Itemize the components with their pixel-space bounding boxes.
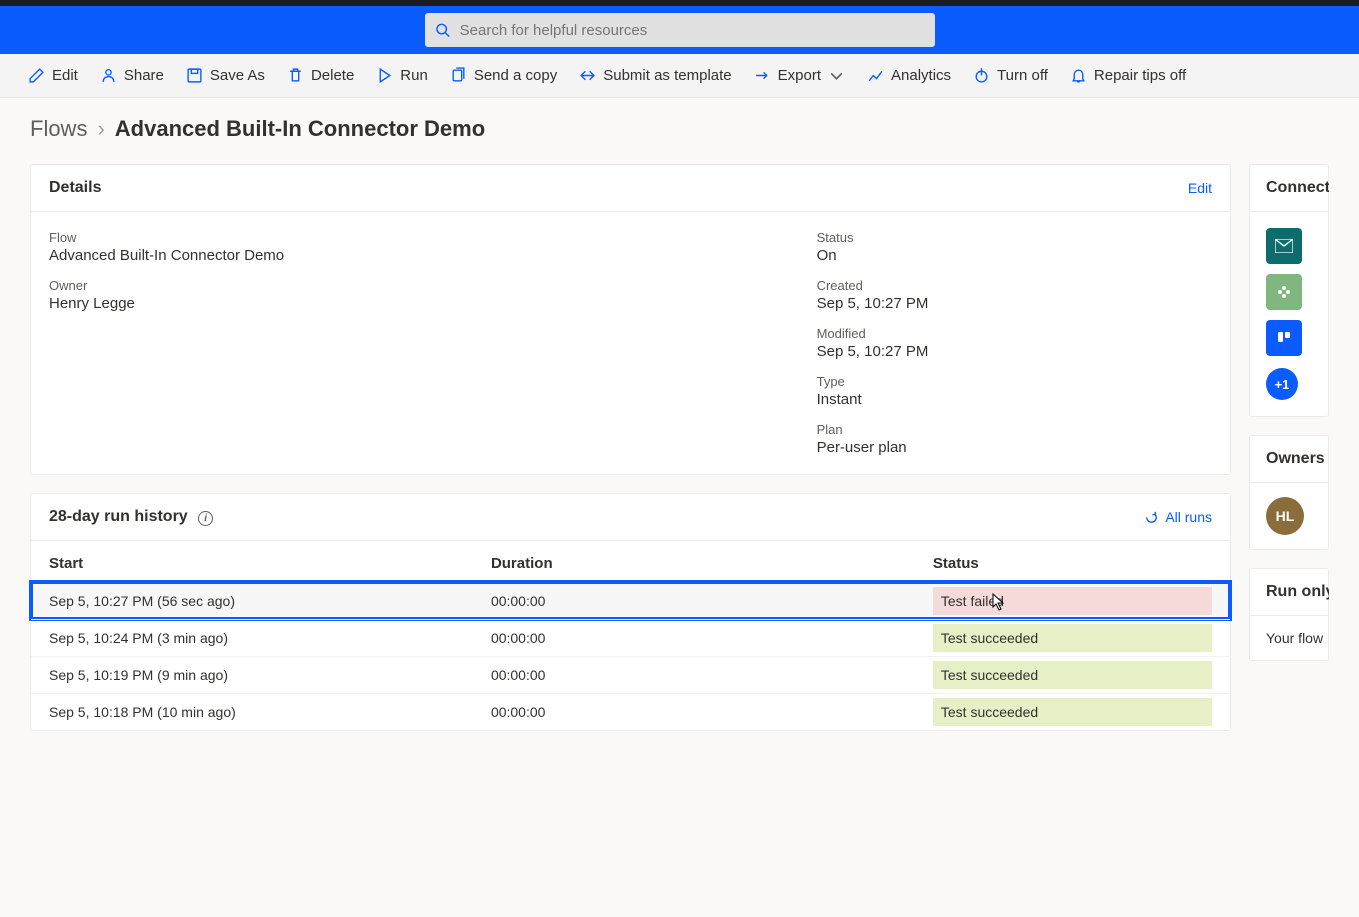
col-start: Start <box>49 555 491 572</box>
label-status: Status <box>817 230 1212 245</box>
value-plan: Per-user plan <box>817 439 1212 456</box>
pencil-icon <box>28 67 45 84</box>
connections-card: Connections +1 <box>1249 164 1329 417</box>
history-row[interactable]: Sep 5, 10:27 PM (56 sec ago)00:00:00Test… <box>31 582 1230 619</box>
analytics-button[interactable]: Analytics <box>867 67 951 84</box>
label-plan: Plan <box>817 422 1212 437</box>
row-duration: 00:00:00 <box>491 704 933 720</box>
value-owner: Henry Legge <box>49 295 777 312</box>
row-start: Sep 5, 10:24 PM (3 min ago) <box>49 630 491 646</box>
trash-icon <box>287 67 304 84</box>
chart-icon <box>867 67 884 84</box>
runonly-card: Run only users Your flow <box>1249 568 1329 661</box>
cmd-label: Export <box>778 67 821 84</box>
label-flow: Flow <box>49 230 777 245</box>
chevron-down-icon <box>828 67 845 84</box>
row-duration: 00:00:00 <box>491 630 933 646</box>
more-connectors-badge[interactable]: +1 <box>1266 368 1298 400</box>
cmd-label: Send a copy <box>474 67 557 84</box>
export-icon <box>754 67 771 84</box>
turnoff-button[interactable]: Turn off <box>973 67 1048 84</box>
trello-connector-icon[interactable] <box>1266 320 1302 356</box>
row-start: Sep 5, 10:18 PM (10 min ago) <box>49 704 491 720</box>
owner-avatar[interactable]: HL <box>1266 497 1304 535</box>
history-heading: 28-day run history i <box>49 508 213 526</box>
play-icon <box>376 67 393 84</box>
row-status: Test succeeded <box>933 667 1212 683</box>
cmd-label: Repair tips off <box>1094 67 1186 84</box>
cmd-label: Share <box>124 67 164 84</box>
details-card: Details Edit Flow Advanced Built-In Conn… <box>30 164 1231 475</box>
slack-connector-icon[interactable] <box>1266 274 1302 310</box>
breadcrumb-root[interactable]: Flows <box>30 116 87 142</box>
history-row[interactable]: Sep 5, 10:19 PM (9 min ago)00:00:00Test … <box>31 656 1230 693</box>
owners-heading: Owners <box>1266 450 1325 468</box>
col-status: Status <box>933 555 1212 572</box>
cmd-label: Submit as template <box>603 67 731 84</box>
mail-connector-icon[interactable] <box>1266 228 1302 264</box>
row-duration: 00:00:00 <box>491 667 933 683</box>
header-bar <box>0 6 1359 54</box>
history-row[interactable]: Sep 5, 10:18 PM (10 min ago)00:00:00Test… <box>31 693 1230 730</box>
details-edit-link[interactable]: Edit <box>1188 180 1212 196</box>
row-start: Sep 5, 10:19 PM (9 min ago) <box>49 667 491 683</box>
save-icon <box>186 67 203 84</box>
all-runs-link[interactable]: All runs <box>1144 509 1212 525</box>
search-icon <box>435 22 450 38</box>
row-status: Test failed <box>933 593 1212 609</box>
cmd-label: Analytics <box>891 67 951 84</box>
cmd-label: Save As <box>210 67 265 84</box>
edit-button[interactable]: Edit <box>28 67 78 84</box>
submit-template-button[interactable]: Submit as template <box>579 67 731 84</box>
label-owner: Owner <box>49 278 777 293</box>
export-button[interactable]: Export <box>754 67 845 84</box>
row-duration: 00:00:00 <box>491 593 933 609</box>
search-input[interactable] <box>460 22 925 39</box>
copy-icon <box>450 67 467 84</box>
value-type: Instant <box>817 391 1212 408</box>
bell-icon <box>1070 67 1087 84</box>
label-type: Type <box>817 374 1212 389</box>
sendcopy-button[interactable]: Send a copy <box>450 67 557 84</box>
delete-button[interactable]: Delete <box>287 67 354 84</box>
value-modified: Sep 5, 10:27 PM <box>817 343 1212 360</box>
connections-heading: Connections <box>1266 179 1329 197</box>
cmd-label: Delete <box>311 67 354 84</box>
label-created: Created <box>817 278 1212 293</box>
refresh-icon <box>1144 510 1159 525</box>
share-button[interactable]: Share <box>100 67 164 84</box>
runonly-text: Your flow <box>1250 616 1328 660</box>
cmd-label: Run <box>400 67 428 84</box>
row-status: Test succeeded <box>933 704 1212 720</box>
command-bar: Edit Share Save As Delete Run Send a cop… <box>0 54 1359 98</box>
row-status: Test succeeded <box>933 630 1212 646</box>
row-start: Sep 5, 10:27 PM (56 sec ago) <box>49 593 491 609</box>
template-icon <box>579 67 596 84</box>
saveas-button[interactable]: Save As <box>186 67 265 84</box>
label-modified: Modified <box>817 326 1212 341</box>
search-box[interactable] <box>425 13 935 47</box>
page-title: Advanced Built-In Connector Demo <box>115 116 485 142</box>
cmd-label: Turn off <box>997 67 1048 84</box>
value-created: Sep 5, 10:27 PM <box>817 295 1212 312</box>
breadcrumb: Flows › Advanced Built-In Connector Demo <box>30 116 1329 142</box>
repair-button[interactable]: Repair tips off <box>1070 67 1186 84</box>
power-icon <box>973 67 990 84</box>
runonly-heading: Run only users <box>1266 583 1329 601</box>
chevron-right-icon: › <box>97 116 104 142</box>
details-heading: Details <box>49 179 101 197</box>
owners-card: Owners HL <box>1249 435 1329 550</box>
value-flow: Advanced Built-In Connector Demo <box>49 247 777 264</box>
run-history-card: 28-day run history i All runs Start Dura… <box>30 493 1231 731</box>
cmd-label: Edit <box>52 67 78 84</box>
col-duration: Duration <box>491 555 933 572</box>
info-icon[interactable]: i <box>198 511 213 526</box>
history-row[interactable]: Sep 5, 10:24 PM (3 min ago)00:00:00Test … <box>31 619 1230 656</box>
run-button[interactable]: Run <box>376 67 428 84</box>
value-status: On <box>817 247 1212 264</box>
share-icon <box>100 67 117 84</box>
